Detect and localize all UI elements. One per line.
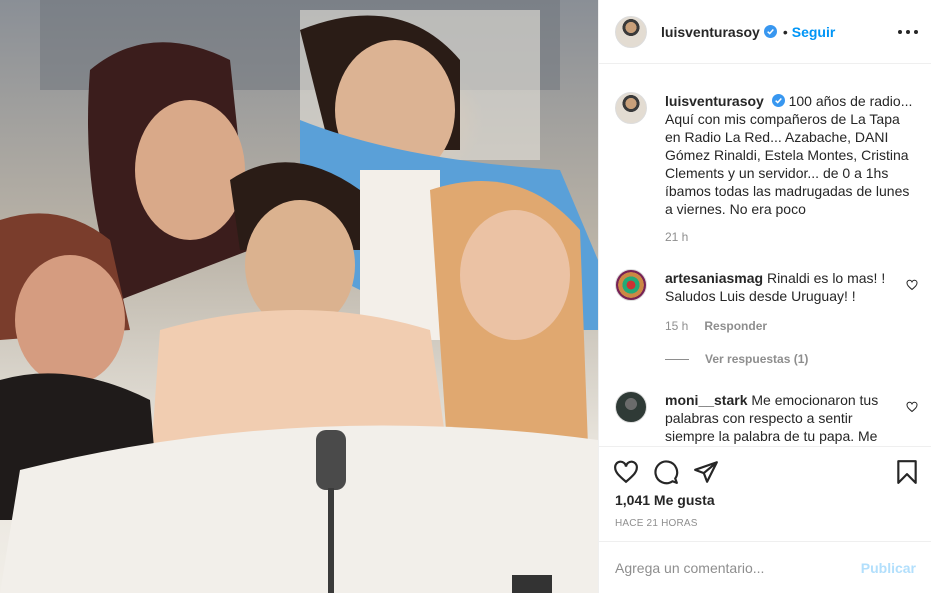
- comment-time[interactable]: 15 h: [665, 319, 688, 333]
- author-avatar[interactable]: [615, 15, 647, 48]
- caption-meta: 21 h: [665, 230, 688, 244]
- save-bookmark-icon[interactable]: [894, 459, 920, 485]
- comments-list[interactable]: luisventurasoy 100 años de radio... Aquí…: [599, 64, 931, 446]
- comment-input[interactable]: [615, 559, 861, 576]
- replies-line: [665, 358, 689, 360]
- author-username[interactable]: luisventurasoy: [661, 24, 760, 40]
- commenter-avatar[interactable]: [615, 269, 647, 301]
- follow-button[interactable]: Seguir: [792, 24, 836, 40]
- publish-button[interactable]: Publicar: [861, 560, 916, 576]
- caption-text: 100 años de radio... Aquí con mis compañ…: [665, 93, 913, 217]
- post-photo[interactable]: [0, 0, 598, 593]
- commenter-username[interactable]: moni__stark: [665, 392, 747, 408]
- commenter-avatar[interactable]: [615, 391, 647, 423]
- header-separator: •: [782, 23, 788, 40]
- post-sidebar: luisventurasoy • Seguir luisventurasoy 1…: [598, 0, 931, 593]
- like-comment-heart-icon[interactable]: [906, 401, 918, 413]
- comment-bubble-icon[interactable]: [653, 459, 679, 485]
- like-heart-icon[interactable]: [613, 459, 639, 485]
- post-actions: [599, 446, 931, 496]
- post-timestamp[interactable]: Hace 21 horas: [615, 518, 698, 529]
- likes-count[interactable]: 1,041 Me gusta: [615, 492, 715, 508]
- caption-username[interactable]: luisventurasoy: [665, 93, 764, 109]
- reply-button[interactable]: Responder: [704, 319, 767, 333]
- caption-avatar[interactable]: [615, 92, 647, 124]
- like-comment-heart-icon[interactable]: [906, 279, 918, 291]
- more-options-icon[interactable]: [898, 22, 918, 42]
- verified-badge-icon: [763, 25, 777, 38]
- view-replies-label: Ver respuestas (1): [705, 352, 809, 366]
- verified-badge-icon: [771, 94, 785, 107]
- add-comment-bar: Publicar: [599, 541, 931, 593]
- view-replies-button[interactable]: Ver respuestas (1): [665, 352, 808, 366]
- share-direct-icon[interactable]: [693, 459, 719, 485]
- comment-meta: 15 h Responder: [665, 319, 767, 333]
- group-photo-illustration: [0, 0, 598, 593]
- caption-time[interactable]: 21 h: [665, 230, 688, 244]
- commenter-username[interactable]: artesaniasmag: [665, 270, 763, 286]
- post-header: luisventurasoy • Seguir: [599, 0, 931, 64]
